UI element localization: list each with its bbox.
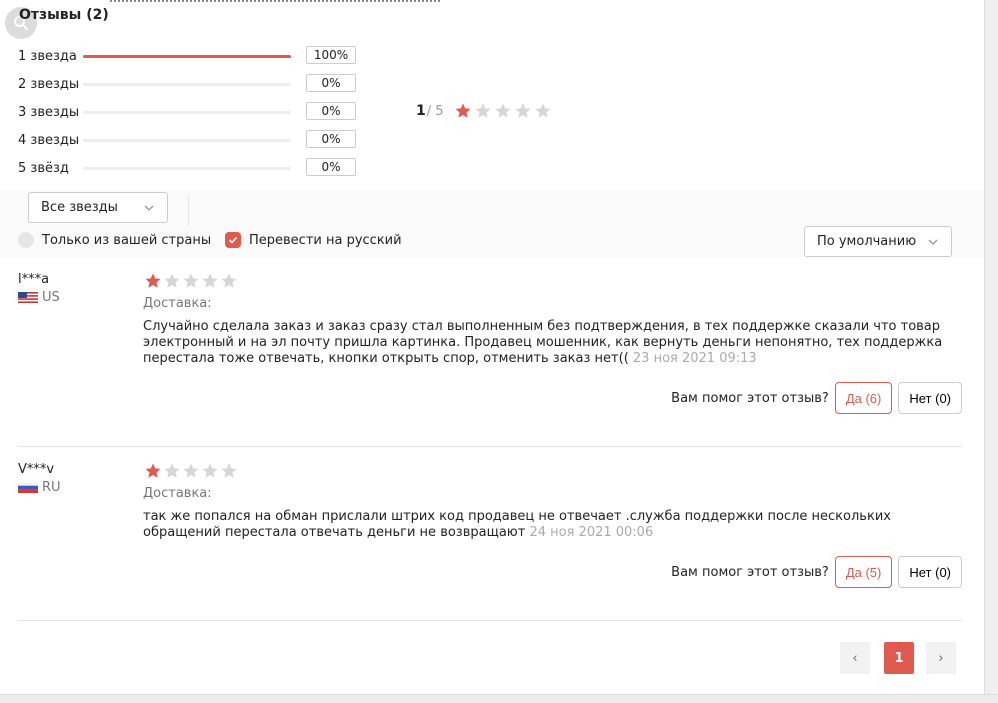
helpful-no-button[interactable]: Нет (0) xyxy=(898,556,962,588)
histogram-label: 2 звезды xyxy=(18,76,80,92)
star-empty-icon xyxy=(221,273,237,288)
window-bottom-edge xyxy=(0,694,998,703)
rating-score: 1 xyxy=(416,103,426,119)
histogram-row-1[interactable]: 1 звезда 100% xyxy=(18,46,356,66)
helpful-question: Вам помог этот отзыв? xyxy=(671,390,829,406)
review-divider xyxy=(18,620,962,621)
radio-icon[interactable] xyxy=(18,232,34,248)
star-empty-icon xyxy=(475,103,491,118)
histogram-row-4[interactable]: 4 звезды 0% xyxy=(18,130,356,150)
star-empty-icon xyxy=(164,273,180,288)
us-flag-icon xyxy=(18,292,38,303)
star-empty-icon xyxy=(495,103,511,118)
star-empty-icon xyxy=(202,463,218,478)
ru-flag-icon xyxy=(18,482,38,493)
country-code: RU xyxy=(42,480,61,495)
only-country-label: Только из вашей страны xyxy=(42,232,212,248)
review-text: так же попался на обман прислали штрих к… xyxy=(143,509,963,541)
histogram-row-3[interactable]: 3 звезды 0% xyxy=(18,102,356,122)
star-filled-icon xyxy=(455,103,471,118)
histogram-row-2[interactable]: 2 звезды 0% xyxy=(18,74,356,94)
pagination-next-button[interactable]: › xyxy=(926,642,956,674)
chevron-down-icon xyxy=(928,239,938,245)
delivery-label: Доставка: xyxy=(143,296,212,311)
histogram-label: 4 звезды xyxy=(18,132,80,148)
review-date: 23 ноя 2021 09:13 xyxy=(632,351,757,366)
helpful-controls: Вам помог этот отзыв? Да (5) Нет (0) xyxy=(671,556,962,588)
histogram-label: 3 звезды xyxy=(18,104,80,120)
star-empty-icon xyxy=(515,103,531,118)
review-body: так же попался на обман прислали штрих к… xyxy=(143,509,891,540)
histogram-label: 1 звезда xyxy=(18,48,77,64)
chevron-left-icon: ‹ xyxy=(852,650,858,666)
histogram-bar xyxy=(83,83,291,86)
histogram-fill xyxy=(83,55,291,58)
rating-stars xyxy=(454,102,552,120)
histogram-bar xyxy=(83,167,291,170)
star-filled-icon xyxy=(145,463,161,478)
histogram-label: 5 звёзд xyxy=(18,160,69,176)
delivery-label: Доставка: xyxy=(143,486,212,501)
review-stars xyxy=(144,462,238,480)
helpful-yes-button[interactable]: Да (5) xyxy=(834,556,893,588)
reviewer-country: US xyxy=(18,290,60,305)
helpful-question: Вам помог этот отзыв? xyxy=(671,564,829,580)
histogram-bar xyxy=(83,139,291,142)
filter-divider xyxy=(188,195,189,225)
window-scrollbar[interactable] xyxy=(984,0,998,703)
stars-filter-value: Все звезды xyxy=(41,200,118,215)
reviewer-name: V***v xyxy=(18,462,55,477)
star-empty-icon xyxy=(183,273,199,288)
review-body: Случайно сделала заказ и заказ сразу ста… xyxy=(143,319,943,366)
top-divider xyxy=(110,0,440,3)
review-item: l***a US Доставка: Случайно сделала зака… xyxy=(18,272,962,422)
review-text: Случайно сделала заказ и заказ сразу ста… xyxy=(143,319,963,367)
translate-toggle[interactable]: Перевести на русский xyxy=(225,232,402,248)
histogram-percent: 0% xyxy=(306,130,356,148)
stars-filter-select[interactable]: Все звезды xyxy=(28,192,168,223)
helpful-yes-button[interactable]: Да (6) xyxy=(834,382,893,414)
star-empty-icon xyxy=(535,103,551,118)
histogram-percent: 0% xyxy=(306,158,356,176)
star-empty-icon xyxy=(164,463,180,478)
reviewer-name: l***a xyxy=(18,272,50,287)
rating-max: / 5 xyxy=(426,103,444,119)
helpful-no-button[interactable]: Нет (0) xyxy=(898,382,962,414)
review-date: 24 ноя 2021 00:06 xyxy=(529,525,654,540)
review-stars xyxy=(144,272,238,290)
star-filled-icon xyxy=(145,273,161,288)
only-country-toggle[interactable]: Только из вашей страны xyxy=(18,232,211,248)
star-empty-icon xyxy=(183,463,199,478)
histogram-percent: 100% xyxy=(306,46,356,64)
star-empty-icon xyxy=(202,273,218,288)
reviewer-country: RU xyxy=(18,480,61,495)
rating-summary: 1 / 5 xyxy=(416,102,552,120)
histogram-percent: 0% xyxy=(306,74,356,92)
country-code: US xyxy=(42,290,60,305)
chevron-right-icon: › xyxy=(938,650,944,666)
pagination-page-current[interactable]: 1 xyxy=(884,642,914,674)
translate-label: Перевести на русский xyxy=(249,232,402,248)
star-empty-icon xyxy=(221,463,237,478)
sort-select[interactable]: По умолчанию xyxy=(804,226,952,257)
review-divider xyxy=(18,446,962,447)
pagination-prev-button[interactable]: ‹ xyxy=(840,642,870,674)
review-item: V***v RU Доставка: так же попался на обм… xyxy=(18,462,962,602)
histogram-percent: 0% xyxy=(306,102,356,120)
page-title: Отзывы (2) xyxy=(19,7,109,23)
histogram-bar xyxy=(83,55,291,58)
histogram-row-5[interactable]: 5 звёзд 0% xyxy=(18,158,356,178)
chevron-down-icon xyxy=(144,205,154,211)
checkbox-checked-icon[interactable] xyxy=(225,232,241,248)
sort-value: По умолчанию xyxy=(817,234,917,249)
reviews-panel: Отзывы (2) 1 звезда 100% 2 звезды 0% 3 з… xyxy=(0,0,984,694)
helpful-controls: Вам помог этот отзыв? Да (6) Нет (0) xyxy=(671,382,962,414)
histogram-bar xyxy=(83,111,291,114)
